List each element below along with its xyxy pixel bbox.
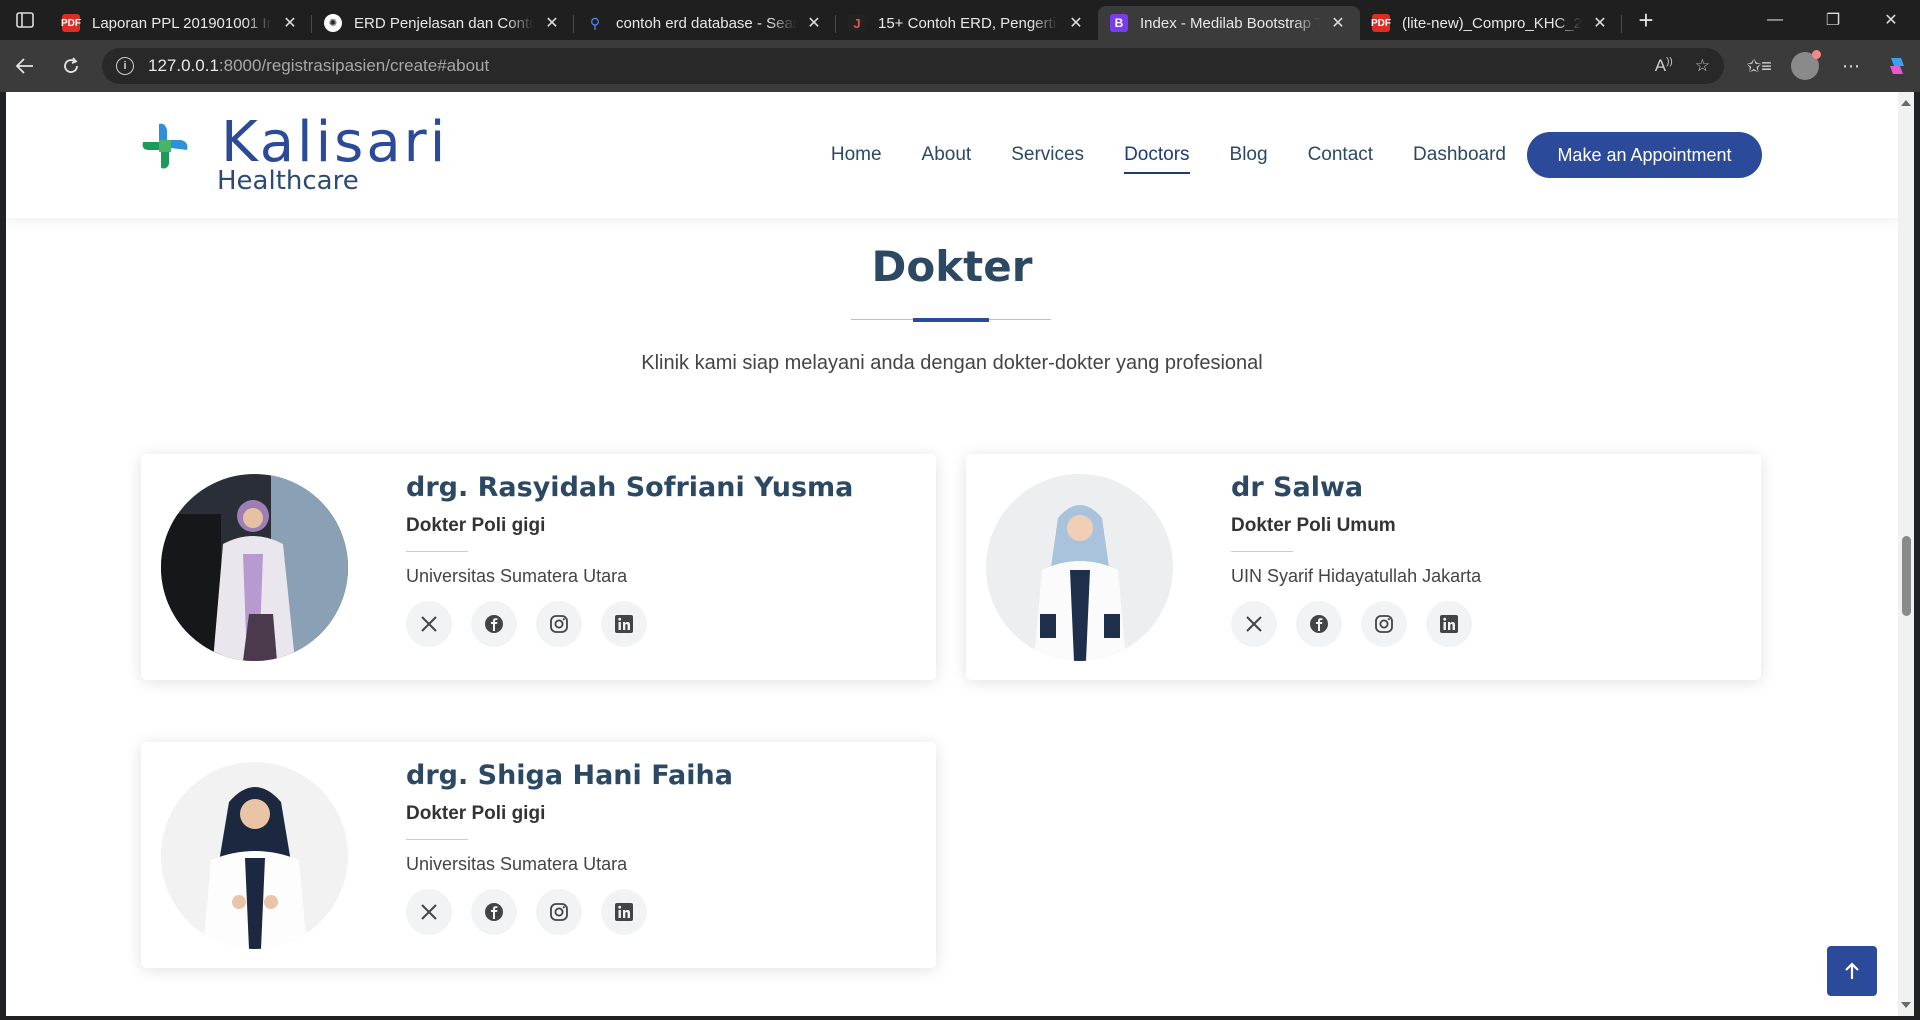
browser-tab[interactable]: PDF Laporan PPL 201901001 Irsyad ✕ xyxy=(50,6,312,40)
site-info-icon[interactable]: i xyxy=(116,57,134,75)
close-tab-icon[interactable]: ✕ xyxy=(1066,13,1086,33)
doctor-card: drg. Shiga Hani Faiha Dokter Poli gigi U… xyxy=(141,742,936,968)
linkedin-icon[interactable] xyxy=(601,601,647,647)
nav-services[interactable]: Services xyxy=(1011,144,1084,174)
page-viewport: Kalisari Healthcare Home About Services … xyxy=(6,92,1898,1016)
nav-home[interactable]: Home xyxy=(831,144,882,174)
close-tab-icon[interactable]: ✕ xyxy=(1328,13,1348,33)
nav-about[interactable]: About xyxy=(922,144,972,174)
doctor-name: drg. Shiga Hani Faiha xyxy=(406,760,733,791)
url-text: 127.0.0.1:8000/registrasipasien/create#a… xyxy=(148,56,490,75)
nav-dashboard[interactable]: Dashboard xyxy=(1413,144,1506,174)
tab-title: ERD Penjelasan dan Contoh xyxy=(354,14,534,32)
linkedin-icon[interactable] xyxy=(1426,601,1472,647)
brand-subtitle: Healthcare xyxy=(217,166,359,196)
instagram-icon[interactable] xyxy=(1361,601,1407,647)
tab-actions-button[interactable] xyxy=(0,0,50,40)
section-title: Dokter xyxy=(871,242,1033,291)
doctor-university: UIN Syarif Hidayatullah Jakarta xyxy=(1231,566,1482,586)
minimize-icon[interactable]: ― xyxy=(1746,0,1804,40)
doctor-photo xyxy=(986,474,1173,661)
restore-icon[interactable]: ❐ xyxy=(1804,0,1862,40)
scroll-down-arrow[interactable] xyxy=(1901,1002,1911,1008)
pdf-icon: PDF xyxy=(1371,14,1391,32)
site-logo[interactable]: Kalisari Healthcare xyxy=(141,102,461,202)
nav-doctors[interactable]: Doctors xyxy=(1124,144,1191,174)
doctor-name: dr Salwa xyxy=(1231,472,1364,503)
more-menu-icon[interactable]: ⋯ xyxy=(1828,46,1874,86)
refresh-icon[interactable] xyxy=(48,46,94,86)
card-divider xyxy=(406,839,468,840)
linkedin-icon[interactable] xyxy=(601,889,647,935)
doctor-specialty: Dokter Poli gigi xyxy=(406,515,546,536)
card-divider xyxy=(1231,551,1293,552)
close-tab-icon[interactable]: ✕ xyxy=(1590,13,1610,33)
doctor-university: Universitas Sumatera Utara xyxy=(406,566,628,586)
copilot-icon[interactable] xyxy=(1874,46,1920,86)
bootstrap-icon: B xyxy=(1110,14,1128,32)
back-to-top-button[interactable] xyxy=(1827,946,1877,996)
scrollbar-thumb[interactable] xyxy=(1902,536,1911,616)
facebook-icon[interactable] xyxy=(471,601,517,647)
x-twitter-icon[interactable] xyxy=(406,601,452,647)
facebook-icon[interactable] xyxy=(1296,601,1342,647)
tab-title: Laporan PPL 201901001 Irsyad xyxy=(92,14,272,32)
card-divider xyxy=(406,551,468,552)
sidebar-icon xyxy=(16,12,34,28)
tab-title: (lite-new)_Compro_KHC_2024 xyxy=(1402,14,1582,32)
address-bar[interactable]: i 127.0.0.1:8000/registrasipasien/create… xyxy=(102,48,1724,84)
browser-tab[interactable]: PDF (lite-new)_Compro_KHC_2024 ✕ xyxy=(1360,6,1622,40)
doctor-specialty: Dokter Poli gigi xyxy=(406,803,546,824)
browser-tab[interactable]: ✺ ERD Penjelasan dan Contoh ✕ xyxy=(312,6,574,40)
make-appointment-button[interactable]: Make an Appointment xyxy=(1527,132,1762,178)
profile-avatar[interactable] xyxy=(1782,46,1828,86)
nav-contact[interactable]: Contact xyxy=(1308,144,1373,174)
x-twitter-icon[interactable] xyxy=(1231,601,1277,647)
browser-tab-bar: PDF Laporan PPL 201901001 Irsyad ✕ ✺ ERD… xyxy=(0,0,1920,40)
favorites-icon[interactable]: ✩≡ xyxy=(1736,46,1782,86)
site-icon: J xyxy=(848,14,866,32)
new-tab-button[interactable]: + xyxy=(1626,0,1666,40)
pdf-icon: PDF xyxy=(61,14,81,32)
browser-toolbar: i 127.0.0.1:8000/registrasipasien/create… xyxy=(0,40,1920,92)
title-accent-bar xyxy=(913,318,989,322)
instagram-icon[interactable] xyxy=(536,601,582,647)
social-links xyxy=(406,601,853,647)
browser-tab[interactable]: J 15+ Contoh ERD, Pengertian ✕ xyxy=(836,6,1098,40)
doctor-name: drg. Rasyidah Sofriani Yusma xyxy=(406,472,854,503)
doctor-card: drg. Rasyidah Sofriani Yusma Dokter Poli… xyxy=(141,454,936,680)
main-nav: Home About Services Doctors Blog Contact… xyxy=(831,144,1506,174)
scroll-up-arrow[interactable] xyxy=(1901,100,1911,106)
tab-title: contoh erd database - Search xyxy=(616,14,796,32)
social-links xyxy=(406,889,733,935)
doctor-card: dr Salwa Dokter Poli Umum UIN Syarif Hid… xyxy=(966,454,1761,680)
close-tab-icon[interactable]: ✕ xyxy=(280,13,300,33)
site-header: Kalisari Healthcare Home About Services … xyxy=(6,92,1898,218)
back-icon[interactable] xyxy=(2,46,48,86)
browser-tab-active[interactable]: B Index - Medilab Bootstrap Te ✕ xyxy=(1098,6,1360,40)
browser-tab[interactable]: ⚲ contoh erd database - Search ✕ xyxy=(574,6,836,40)
social-links xyxy=(1231,601,1481,647)
doctor-photo xyxy=(161,474,348,661)
search-icon: ⚲ xyxy=(589,14,601,31)
close-window-icon[interactable]: ✕ xyxy=(1862,0,1920,40)
instagram-icon[interactable] xyxy=(536,889,582,935)
tab-title: 15+ Contoh ERD, Pengertian xyxy=(878,14,1058,32)
favorite-star-icon[interactable]: ☆ xyxy=(1695,56,1710,76)
nav-blog[interactable]: Blog xyxy=(1230,144,1268,174)
tab-title: Index - Medilab Bootstrap Te xyxy=(1140,14,1320,32)
doctor-photo xyxy=(161,762,348,949)
facebook-icon[interactable] xyxy=(471,889,517,935)
read-aloud-icon[interactable]: A)) xyxy=(1655,56,1673,76)
doctor-specialty: Dokter Poli Umum xyxy=(1231,515,1396,536)
page-scrollbar[interactable] xyxy=(1898,92,1914,1016)
section-subtitle: Klinik kami siap melayani anda dengan do… xyxy=(641,352,1263,374)
openai-icon: ✺ xyxy=(324,14,342,32)
close-tab-icon[interactable]: ✕ xyxy=(804,13,824,33)
doctor-university: Universitas Sumatera Utara xyxy=(406,854,628,874)
arrow-up-icon xyxy=(1845,962,1859,979)
medical-cross-icon xyxy=(142,123,188,169)
x-twitter-icon[interactable] xyxy=(406,889,452,935)
close-tab-icon[interactable]: ✕ xyxy=(542,13,562,33)
